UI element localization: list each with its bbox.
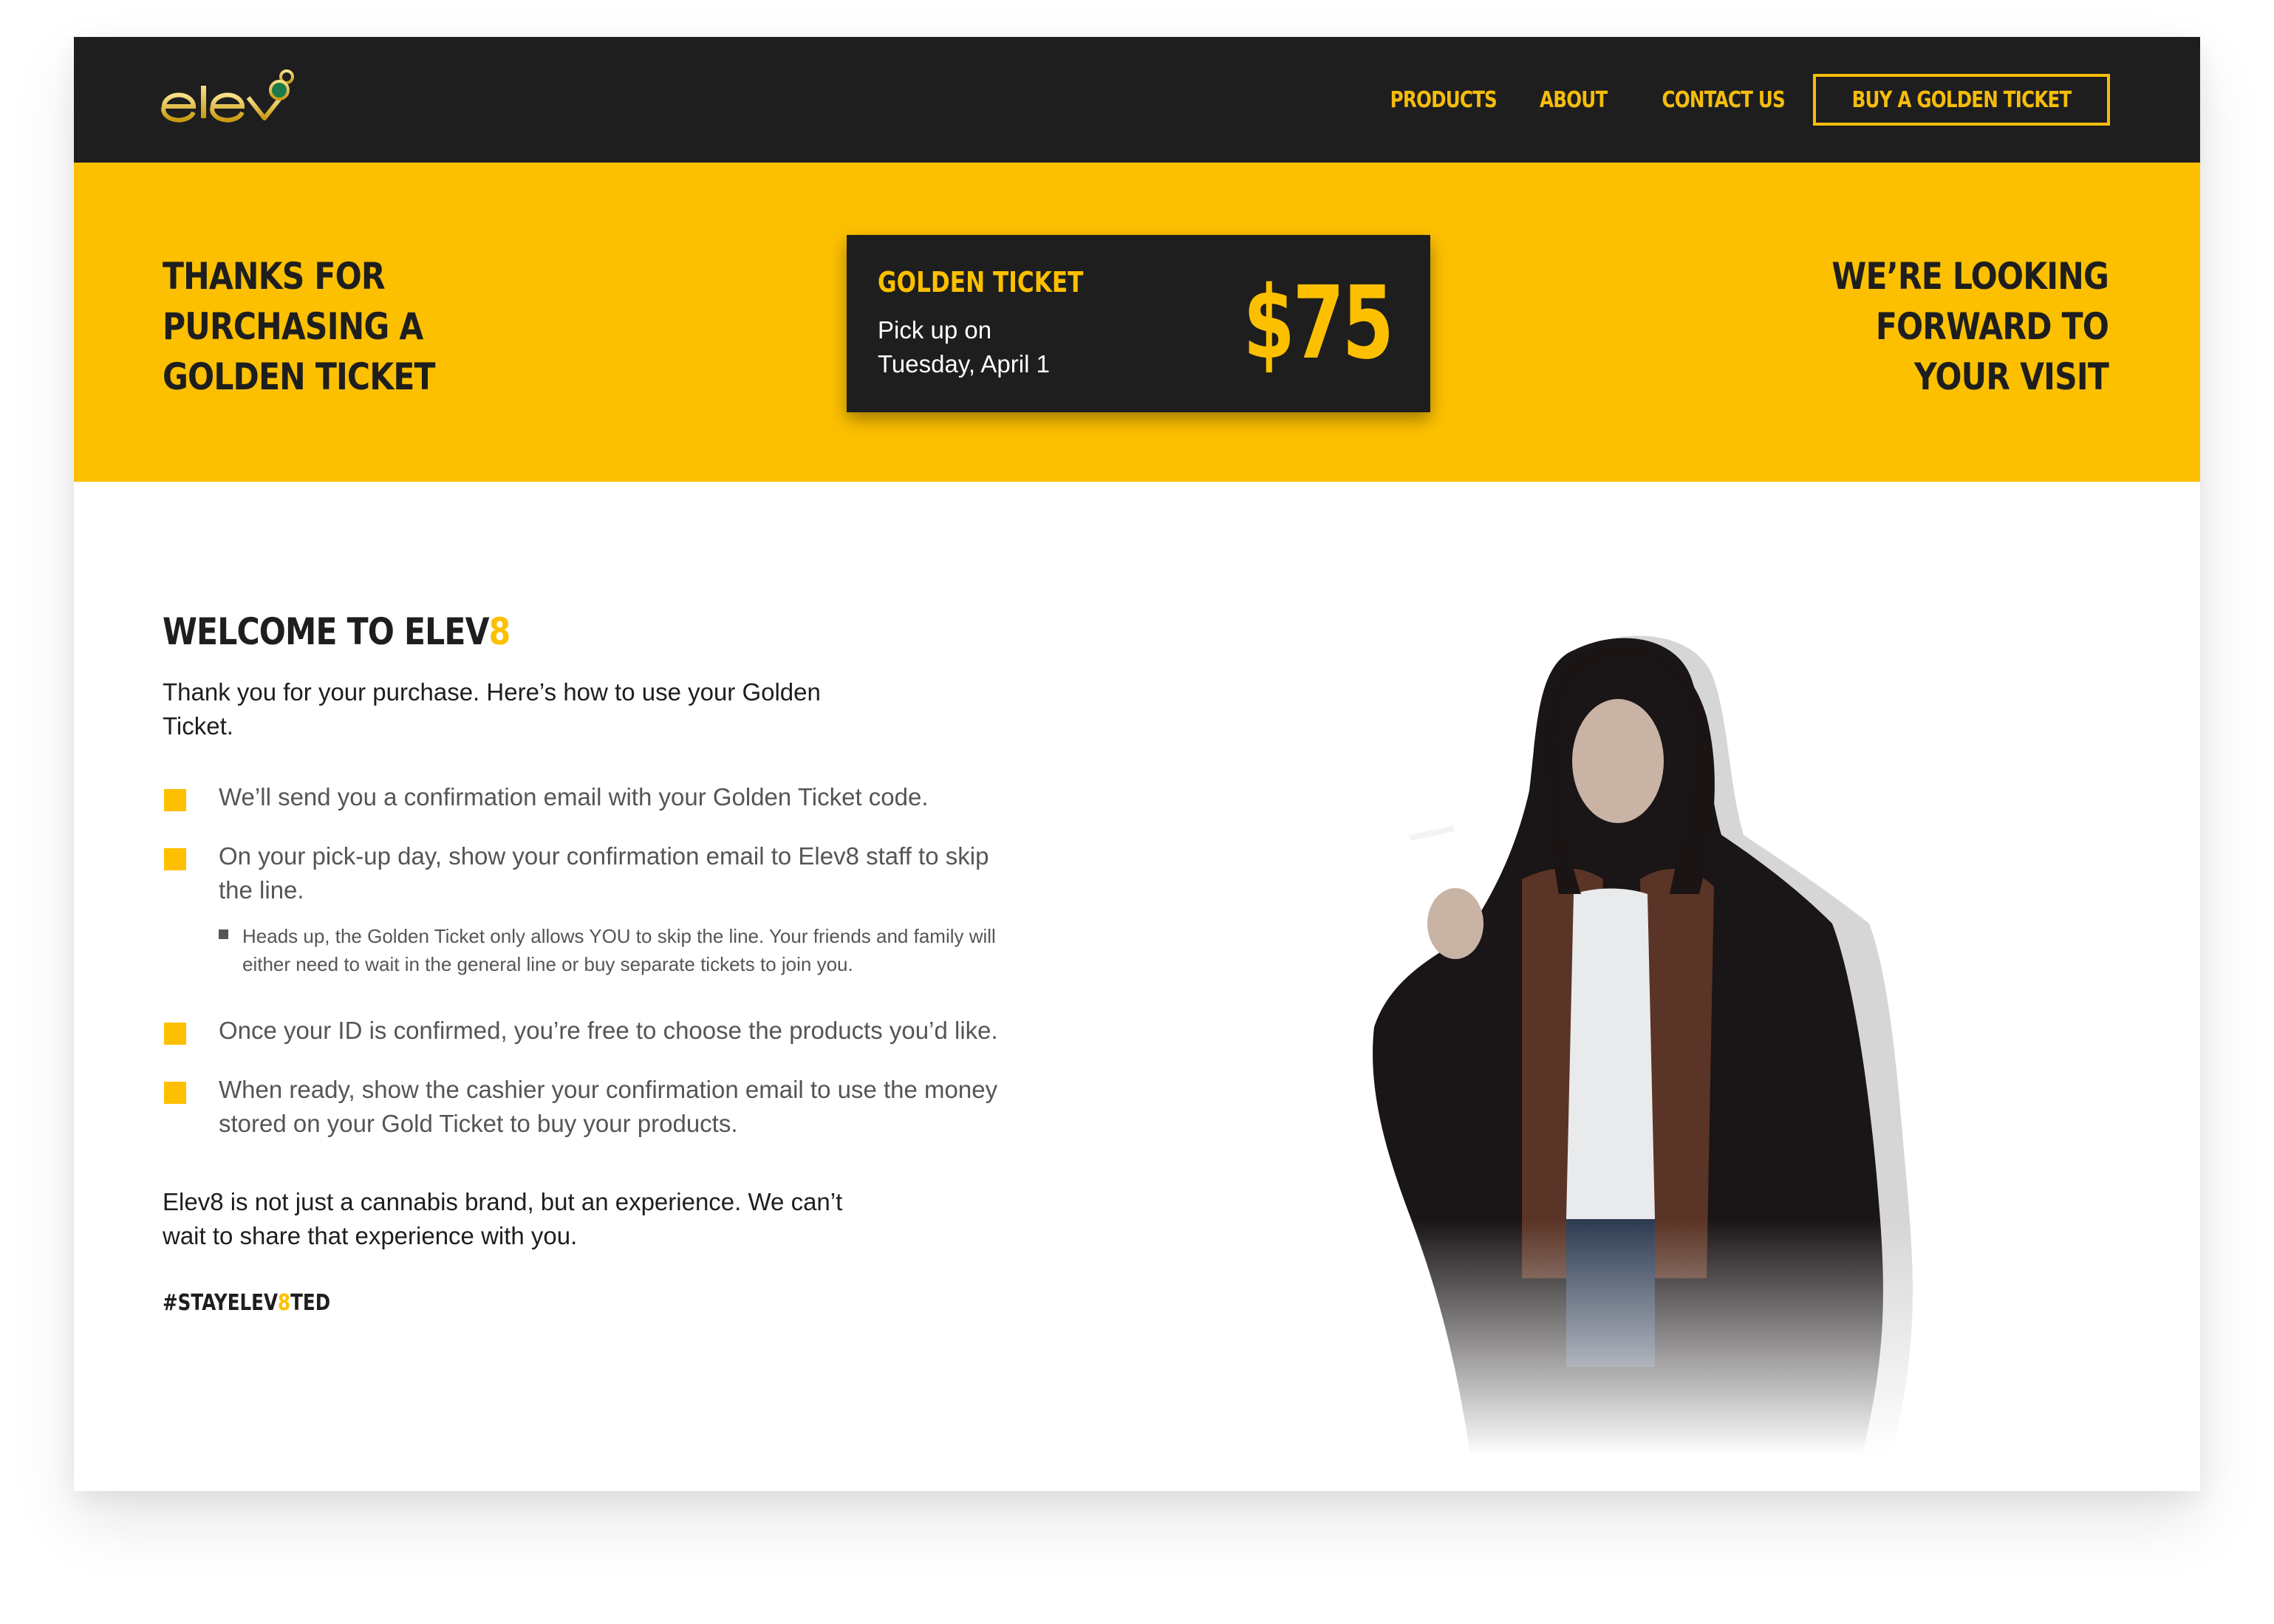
- bullet-square-icon: [164, 1023, 186, 1045]
- list-item: Once your ID is confirmed, you’re free t…: [163, 1014, 1027, 1048]
- nav-link-products[interactable]: PRODUCTS: [1390, 87, 1497, 113]
- thanks-heading-line2: GOLDEN TICKET: [163, 355, 436, 398]
- top-navigation: PRODUCTS ABOUT CONTACT US BUY A GOLDEN T…: [74, 37, 2200, 163]
- note-text: Heads up, the Golden Ticket only allows …: [242, 925, 996, 975]
- nav-link-about[interactable]: ABOUT: [1540, 87, 1608, 113]
- list-item: When ready, show the cashier your confir…: [163, 1073, 1027, 1141]
- ticket-title: GOLDEN TICKET: [878, 266, 1084, 298]
- main-content: WELCOME TO ELEV8 Thank you for your purc…: [163, 610, 1123, 1316]
- bullet-square-icon: [164, 789, 186, 811]
- looking-forward-line1: WE’RE LOOKING FORWARD TO: [1831, 255, 2109, 348]
- hashtag-accent: 8: [278, 1290, 291, 1316]
- elev8-logo[interactable]: [161, 64, 309, 130]
- heads-up-note: Heads up, the Golden Ticket only allows …: [219, 922, 1027, 978]
- welcome-heading: WELCOME TO ELEV8: [163, 610, 979, 658]
- pickup-date-value: Tuesday, April 1: [878, 350, 1050, 378]
- pickup-date: Pick up on Tuesday, April 1: [878, 313, 1173, 381]
- bullet-square-icon: [164, 848, 186, 870]
- nav-links: PRODUCTS ABOUT CONTACT US BUY A GOLDEN T…: [1367, 74, 2110, 126]
- list-item: We’ll send you a confirmation email with…: [163, 780, 1027, 814]
- step-text: When ready, show the cashier your confir…: [219, 1076, 998, 1137]
- welcome-heading-text: WELCOME TO ELEV: [163, 610, 489, 653]
- buy-golden-ticket-button[interactable]: BUY A GOLDEN TICKET: [1812, 74, 2110, 126]
- bullet-square-icon: [164, 1082, 186, 1104]
- nav-link-contact-us[interactable]: CONTACT US: [1662, 87, 1786, 113]
- outro-text: Elev8 is not just a cannabis brand, but …: [163, 1188, 843, 1249]
- thanks-heading: THANKS FOR PURCHASING A GOLDEN TICKET: [163, 251, 590, 402]
- hashtag: #STAYELEV8TED: [163, 1290, 950, 1316]
- instructions-list: We’ll send you a confirmation email with…: [163, 780, 1123, 1141]
- step-text: Once your ID is confirmed, you’re free t…: [219, 1017, 998, 1044]
- step-text: On your pick-up day, show your confirmat…: [219, 842, 989, 904]
- golden-ticket-card: GOLDEN TICKET Pick up on Tuesday, April …: [847, 235, 1430, 412]
- ticket-price: $75: [1243, 265, 1394, 382]
- hashtag-post: TED: [290, 1290, 331, 1316]
- intro-text: Thank you for your purchase. Here’s how …: [163, 678, 821, 740]
- hashtag-pre: #STAYELEV: [163, 1290, 279, 1316]
- small-bullet-icon: [219, 929, 228, 939]
- browser-frame: PRODUCTS ABOUT CONTACT US BUY A GOLDEN T…: [74, 37, 2200, 1491]
- confirmation-banner: THANKS FOR PURCHASING A GOLDEN TICKET GO…: [74, 163, 2200, 482]
- looking-forward-line2: YOUR VISIT: [1913, 355, 2109, 398]
- pickup-label: Pick up on: [878, 316, 992, 344]
- step-text: We’ll send you a confirmation email with…: [219, 783, 929, 811]
- hero-photo: [1359, 613, 2010, 1456]
- looking-forward-heading: WE’RE LOOKING FORWARD TO YOUR VISIT: [1681, 251, 2109, 402]
- welcome-heading-accent: 8: [488, 610, 511, 653]
- thanks-heading-line1: THANKS FOR PURCHASING A: [163, 255, 423, 348]
- buy-golden-ticket-label: BUY A GOLDEN TICKET: [1851, 86, 2072, 113]
- list-item: On your pick-up day, show your confirmat…: [163, 839, 1027, 978]
